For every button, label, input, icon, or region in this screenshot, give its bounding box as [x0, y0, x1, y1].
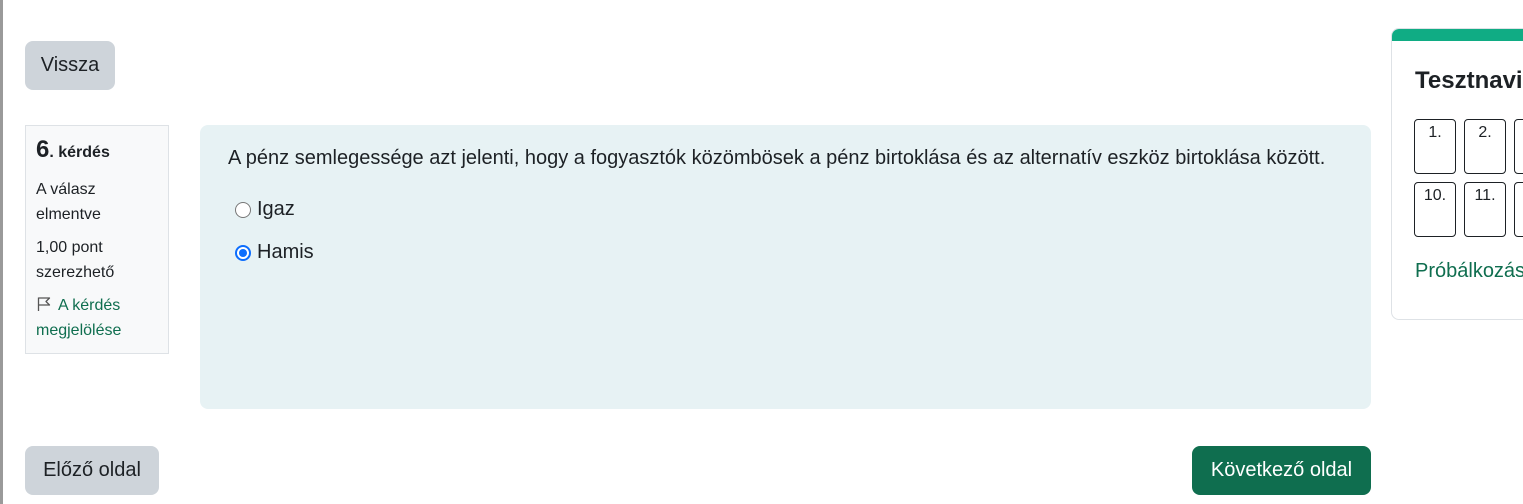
nav-question-button[interactable]: 10. [1414, 182, 1456, 237]
answer-option-hamis[interactable]: Hamis [228, 231, 1343, 274]
nav-question-button[interactable]: 1. [1414, 119, 1456, 174]
question-text: A pénz semlegessége azt jelenti, hogy a … [228, 147, 1326, 169]
next-page-button[interactable]: Következő oldal [1192, 446, 1371, 495]
nav-accent-bar [1392, 29, 1523, 41]
question-state: A válasz elmentve [36, 181, 101, 223]
question-number-label: . kérdés [49, 144, 110, 161]
nav-question-button[interactable] [1514, 182, 1523, 237]
question-number: 6. kérdés [36, 136, 158, 167]
previous-page-button[interactable]: Előző oldal [25, 446, 159, 495]
flag-question-link[interactable]: A kérdés megjelölése [36, 293, 158, 343]
question-grade: 1,00 pont szerezhető [36, 239, 115, 281]
back-button[interactable]: Vissza [25, 41, 115, 90]
nav-question-button[interactable] [1514, 119, 1523, 174]
quiz-navigation-block: Tesztnavi 1. 2. 10. 11. Próbálkozás [1391, 28, 1523, 320]
question-info-panel: 6. kérdés A válasz elmentve 1,00 pont sz… [25, 125, 169, 354]
flag-icon [37, 297, 51, 311]
question-number-value: 6 [36, 136, 50, 163]
radio-button-hamis[interactable] [235, 244, 251, 261]
radio-button-igaz[interactable] [235, 201, 251, 218]
quiz-navigation-title: Tesztnavi [1415, 67, 1523, 94]
answer-label-igaz[interactable]: Igaz [257, 198, 295, 221]
nav-question-button[interactable]: 2. [1464, 119, 1506, 174]
answer-option-igaz[interactable]: Igaz [228, 188, 1343, 231]
nav-question-button[interactable]: 11. [1464, 182, 1506, 237]
window-left-edge [0, 0, 3, 504]
answer-label-hamis[interactable]: Hamis [257, 241, 314, 264]
attempt-link[interactable]: Próbálkozás [1415, 260, 1523, 283]
question-content: A pénz semlegessége azt jelenti, hogy a … [200, 125, 1371, 409]
